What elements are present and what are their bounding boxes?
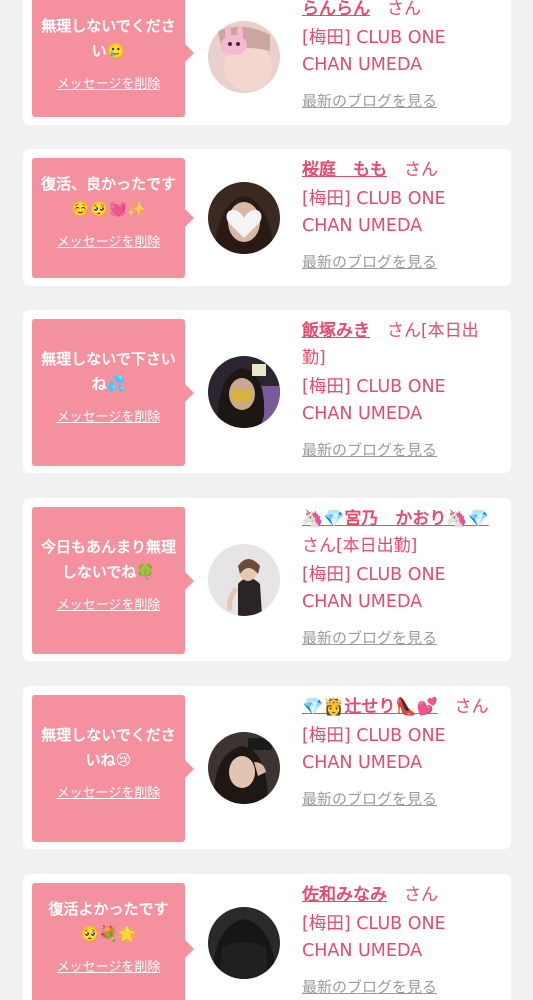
delete-message-link[interactable]: メッセージを削除 — [40, 959, 177, 977]
cast-photo-pink-bunny-icon — [208, 21, 280, 93]
name-suffix: さん — [404, 885, 438, 905]
shop-name: [梅田] CLUB ONE CHAN UMEDA — [302, 914, 446, 961]
message-bubble: 無理しないでください🥲 メッセージを削除 — [32, 0, 194, 117]
cast-photo-icon — [208, 544, 280, 616]
message-text: 復活、良かったです☺️🥺💓✨ — [40, 175, 176, 218]
cast-info: 💎👸辻せり👠💕 さん [梅田] CLUB ONE CHAN UMEDA 最新のブ… — [302, 694, 498, 809]
delete-message-link[interactable]: メッセージを削除 — [40, 234, 177, 252]
cast-name-line: 桜庭 もも さん — [302, 157, 498, 184]
latest-blog-link[interactable]: 最新のブログを見る — [302, 252, 498, 272]
latest-blog-link[interactable]: 最新のブログを見る — [302, 628, 498, 648]
cast-name-line: 💎👸辻せり👠💕 さん — [302, 694, 498, 721]
message-text: 復活よかったです🥺💐🌟 — [48, 900, 169, 943]
shop-name: [梅田] CLUB ONE CHAN UMEDA — [302, 377, 446, 424]
delete-message-link[interactable]: メッセージを削除 — [40, 76, 177, 94]
message-card: 無理しないでくださいね😢 メッセージを削除 💎👸辻せり👠💕 さん [梅田] CL… — [23, 686, 511, 849]
shop-name: [梅田] CLUB ONE CHAN UMEDA — [302, 565, 446, 612]
cast-photo-icon — [208, 732, 280, 804]
message-card: 復活、良かったです☺️🥺💓✨ メッセージを削除 桜庭 もも さん [梅田] CL… — [23, 149, 511, 286]
cast-name-line: らんらん さん — [302, 0, 498, 23]
cast-info: 佐和みなみ さん [梅田] CLUB ONE CHAN UMEDA 最新のブログ… — [302, 882, 498, 997]
cast-info: らんらん さん [梅田] CLUB ONE CHAN UMEDA 最新のブログを… — [302, 0, 498, 111]
message-text: 無理しないでください🥲 — [41, 17, 176, 60]
latest-blog-link[interactable]: 最新のブログを見る — [302, 789, 498, 809]
latest-blog-link[interactable]: 最新のブログを見る — [302, 977, 498, 997]
cast-name-link[interactable]: らんらん — [302, 0, 370, 19]
cast-photo-icon — [208, 907, 280, 979]
cast-name-link[interactable]: 🦄💎宮乃 かおり🦄💎 — [302, 509, 489, 529]
message-card: 今日もあんまり無理しないでね🍀 メッセージを削除 🦄💎宮乃 かおり🦄💎 さん[本… — [23, 498, 511, 661]
message-card: 復活よかったです🥺💐🌟 メッセージを削除 佐和みなみ さん [梅田] CLUB … — [23, 874, 511, 1000]
cast-name-link[interactable]: 💎👸辻せり👠💕 — [302, 697, 438, 717]
cast-avatar[interactable] — [208, 182, 280, 254]
name-suffix: さん — [404, 160, 438, 180]
message-bubble: 復活、良かったです☺️🥺💓✨ メッセージを削除 — [32, 158, 194, 278]
message-text: 今日もあんまり無理しないでね🍀 — [40, 538, 176, 581]
cast-avatar[interactable] — [208, 544, 280, 616]
message-bubble: 今日もあんまり無理しないでね🍀 メッセージを削除 — [32, 507, 194, 654]
cast-name-line: 🦄💎宮乃 かおり🦄💎 さん[本日出勤] — [302, 506, 498, 560]
shop-name: [梅田] CLUB ONE CHAN UMEDA — [302, 189, 446, 236]
message-card: 無理しないでください🥲 メッセージを削除 らんらん さん [梅田] CLUB O… — [23, 0, 511, 125]
message-text: 無理しないでくださいね😢 — [41, 726, 176, 769]
latest-blog-link[interactable]: 最新のブログを見る — [302, 91, 498, 111]
cast-name-line: 飯塚みき さん[本日出勤] — [302, 318, 498, 372]
cast-name-link[interactable]: 桜庭 もも — [302, 160, 387, 180]
message-card: 無理しないで下さいね💦 メッセージを削除 飯塚みき さん[本日出勤] [梅田] … — [23, 310, 511, 473]
delete-message-link[interactable]: メッセージを削除 — [40, 409, 177, 427]
message-text: 無理しないで下さいね💦 — [41, 350, 176, 393]
message-bubble: 復活よかったです🥺💐🌟 メッセージを削除 — [32, 883, 194, 1000]
cast-photo-heart-icon — [208, 182, 280, 254]
cast-info: 桜庭 もも さん [梅田] CLUB ONE CHAN UMEDA 最新のブログ… — [302, 157, 498, 272]
cast-name-line: 佐和みなみ さん — [302, 882, 498, 909]
message-bubble: 無理しないでくださいね😢 メッセージを削除 — [32, 695, 194, 842]
message-list: 無理しないでください🥲 メッセージを削除 らんらん さん [梅田] CLUB O… — [0, 0, 533, 1000]
cast-avatar[interactable] — [208, 907, 280, 979]
latest-blog-link[interactable]: 最新のブログを見る — [302, 440, 498, 460]
cast-avatar[interactable] — [208, 356, 280, 428]
cast-name-link[interactable]: 佐和みなみ — [302, 885, 387, 905]
cast-info: 飯塚みき さん[本日出勤] [梅田] CLUB ONE CHAN UMEDA 最… — [302, 318, 498, 460]
name-suffix: さん — [454, 697, 489, 717]
name-suffix: さん[本日出勤] — [302, 536, 418, 556]
shop-name: [梅田] CLUB ONE CHAN UMEDA — [302, 28, 446, 75]
delete-message-link[interactable]: メッセージを削除 — [40, 597, 177, 615]
cast-avatar[interactable] — [208, 21, 280, 93]
cast-photo-icon — [208, 356, 280, 428]
delete-message-link[interactable]: メッセージを削除 — [40, 785, 177, 803]
name-suffix: さん — [387, 0, 421, 19]
shop-name: [梅田] CLUB ONE CHAN UMEDA — [302, 726, 446, 773]
message-bubble: 無理しないで下さいね💦 メッセージを削除 — [32, 319, 194, 466]
cast-name-link[interactable]: 飯塚みき — [302, 321, 370, 341]
cast-avatar[interactable] — [208, 732, 280, 804]
cast-info: 🦄💎宮乃 かおり🦄💎 さん[本日出勤] [梅田] CLUB ONE CHAN U… — [302, 506, 498, 648]
